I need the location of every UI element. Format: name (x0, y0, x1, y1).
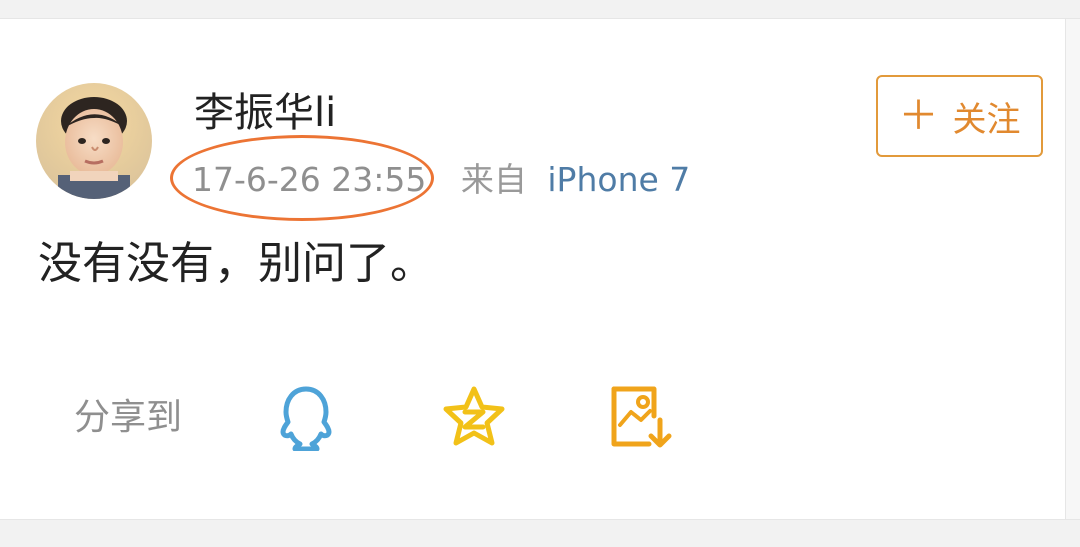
bottom-separator (0, 519, 1080, 547)
device-link[interactable]: iPhone 7 (547, 160, 690, 199)
source-label: 来自 (460, 160, 527, 199)
top-separator (0, 0, 1080, 19)
follow-button[interactable]: ＋ 关注 (876, 75, 1043, 157)
qzone-icon[interactable] (440, 383, 508, 451)
plus-icon: ＋ (898, 93, 939, 139)
post-timestamp: 17-6-26 23:55 (192, 160, 427, 199)
qq-icon[interactable] (272, 383, 340, 451)
follow-label: 关注 (952, 99, 1021, 140)
save-image-icon[interactable] (605, 383, 673, 451)
right-scrollbar[interactable] (1065, 19, 1080, 519)
post-card: 李振华li 17-6-26 23:55 来自 iPhone 7 ＋ 关注 没有没… (0, 19, 1066, 519)
share-label: 分享到 (74, 397, 183, 438)
username[interactable]: 李振华li (194, 87, 336, 139)
post-content: 没有没有，别问了。 (38, 238, 434, 289)
user-avatar[interactable] (36, 83, 152, 199)
post-meta: 17-6-26 23:55 来自 iPhone 7 (192, 157, 690, 203)
